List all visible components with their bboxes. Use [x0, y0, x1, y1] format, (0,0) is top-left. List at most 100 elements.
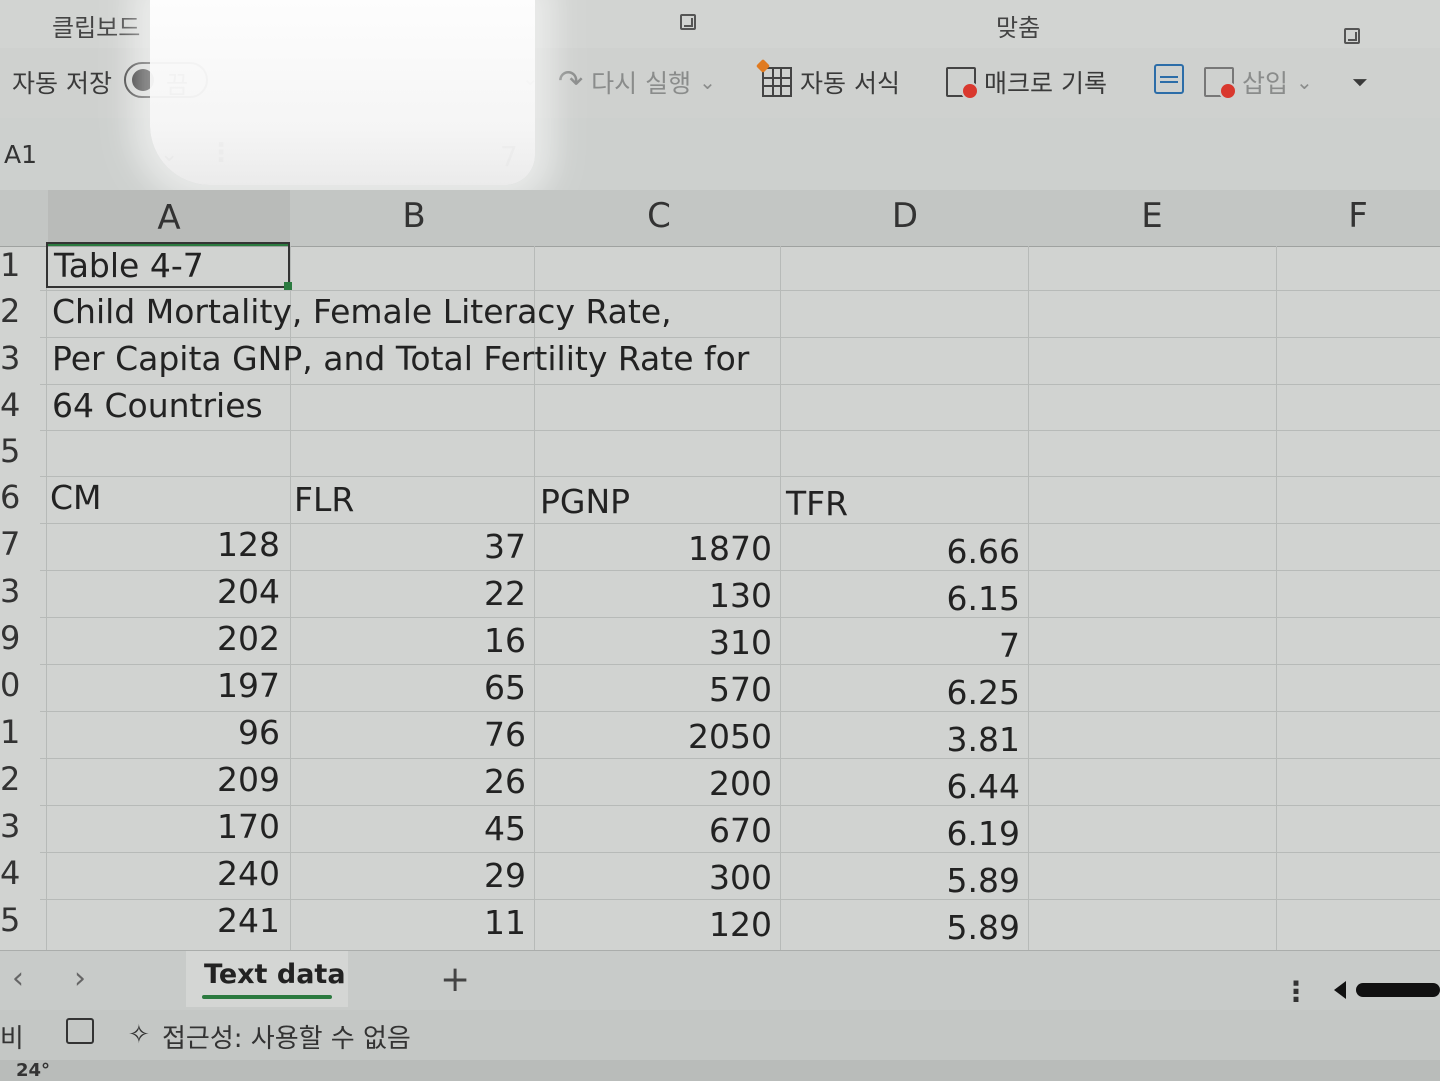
column-header-d[interactable]: D — [782, 196, 1028, 236]
cell-a6[interactable]: CM — [50, 478, 102, 517]
row-header-10[interactable]: 0 — [0, 666, 40, 704]
weather-temperature[interactable]: 24° — [16, 1060, 50, 1081]
spreadsheet-grid[interactable]: A B C D E F 1 2 3 4 5 6 7 3 9 0 1 2 3 4 … — [0, 190, 1440, 950]
row-header-11[interactable]: 1 — [0, 713, 40, 751]
column-header-a[interactable]: A — [48, 190, 290, 246]
cell-b11[interactable]: 76 — [484, 715, 526, 754]
horizontal-scrollbar[interactable] — [1356, 983, 1440, 997]
autoformat-button[interactable]: 자동 서식 — [762, 64, 900, 100]
cell-a1[interactable]: Table 4-7 — [54, 246, 204, 285]
cell-a12[interactable]: 209 — [217, 760, 280, 799]
row-header-6[interactable]: 6 — [0, 478, 40, 516]
row-header-1[interactable]: 1 — [0, 246, 40, 284]
sheet-tab-text-data[interactable]: Text data — [186, 951, 348, 1007]
grid-line — [1276, 246, 1277, 950]
cell-b10[interactable]: 65 — [484, 668, 526, 707]
macro-status-icon[interactable] — [66, 1018, 94, 1044]
cell-b9[interactable]: 16 — [484, 621, 526, 660]
cell-d8[interactable]: 6.15 — [947, 579, 1020, 618]
cell-d7[interactable]: 6.66 — [947, 532, 1020, 571]
cell-a4[interactable]: 64 Countries — [52, 386, 263, 425]
accessibility-icon: ✧ — [128, 1020, 150, 1050]
cell-b15[interactable]: 11 — [484, 903, 526, 942]
cell-b13[interactable]: 45 — [484, 809, 526, 848]
record-macro-label: 매크로 기록 — [984, 69, 1107, 98]
row-header-7[interactable]: 7 — [0, 525, 40, 563]
redo-icon: ↷ — [558, 64, 584, 99]
cell-b8[interactable]: 22 — [484, 574, 526, 613]
clipboard-launcher-icon[interactable] — [680, 14, 696, 30]
cell-c8[interactable]: 130 — [709, 576, 772, 615]
cell-a8[interactable]: 204 — [217, 572, 280, 611]
column-header-c[interactable]: C — [536, 196, 782, 236]
accessibility-status[interactable]: 접근성: 사용할 수 없음 — [162, 1018, 411, 1055]
row-header-15[interactable]: 5 — [0, 901, 40, 939]
row-header-8[interactable]: 3 — [0, 572, 40, 610]
row-header-14[interactable]: 4 — [0, 854, 40, 892]
row-header-9[interactable]: 9 — [0, 619, 40, 657]
next-sheet-icon[interactable]: › — [74, 961, 86, 996]
cell-c13[interactable]: 670 — [709, 811, 772, 850]
cell-c12[interactable]: 200 — [709, 764, 772, 803]
taskbar: 24° — [0, 1060, 1440, 1081]
grid-line — [40, 617, 1440, 618]
column-header-e[interactable]: E — [1028, 196, 1276, 236]
cell-b7[interactable]: 37 — [484, 527, 526, 566]
cell-d13[interactable]: 6.19 — [947, 814, 1020, 853]
cell-d10[interactable]: 6.25 — [947, 673, 1020, 712]
cell-c10[interactable]: 570 — [709, 670, 772, 709]
column-header-b[interactable]: B — [292, 196, 536, 236]
cell-a3[interactable]: Per Capita GNP, and Total Fertility Rate… — [52, 339, 749, 378]
cell-a15[interactable]: 241 — [217, 901, 280, 940]
cell-d15[interactable]: 5.89 — [947, 908, 1020, 947]
add-sheet-button[interactable]: + — [440, 959, 470, 1000]
cell-d12[interactable]: 6.44 — [947, 767, 1020, 806]
alignment-launcher-icon[interactable] — [1344, 28, 1360, 44]
cell-b12[interactable]: 26 — [484, 762, 526, 801]
cell-d6[interactable]: TFR — [786, 484, 848, 523]
insert-label: 삽입 — [1242, 69, 1289, 98]
cell-a11[interactable]: 96 — [238, 713, 280, 752]
row-header-5[interactable]: 5 — [0, 432, 40, 470]
alignment-group-label: 맞춤 — [996, 14, 1041, 42]
grid-line — [40, 570, 1440, 571]
cell-b6[interactable]: FLR — [294, 480, 354, 519]
customize-qat-icon[interactable]: ⏷ — [1352, 70, 1368, 94]
cell-c14[interactable]: 300 — [709, 858, 772, 897]
cell-c7[interactable]: 1870 — [688, 529, 772, 568]
column-headers: A B C D E F — [0, 190, 1440, 247]
cell-d11[interactable]: 3.81 — [947, 720, 1020, 759]
fill-handle[interactable] — [284, 282, 292, 290]
row-header-2[interactable]: 2 — [0, 292, 40, 330]
cell-c6[interactable]: PGNP — [540, 482, 630, 521]
grid-line — [40, 664, 1440, 665]
row-header-3[interactable]: 3 — [0, 339, 40, 377]
cell-a2[interactable]: Child Mortality, Female Literacy Rate, — [52, 292, 672, 331]
column-header-f[interactable]: F — [1276, 196, 1440, 236]
row-header-13[interactable]: 3 — [0, 807, 40, 845]
clipboard-group-label: 클립보드 — [52, 14, 141, 42]
record-macro-button[interactable]: 매크로 기록 — [946, 64, 1107, 100]
grid-line — [40, 711, 1440, 712]
cell-c9[interactable]: 310 — [709, 623, 772, 662]
cell-a13[interactable]: 170 — [217, 807, 280, 846]
form-button[interactable] — [1154, 64, 1184, 94]
more-options-icon[interactable]: ⋮ — [1282, 975, 1310, 1008]
cell-b14[interactable]: 29 — [484, 856, 526, 895]
cell-a7[interactable]: 128 — [217, 525, 280, 564]
row-header-4[interactable]: 4 — [0, 386, 40, 424]
prev-sheet-icon[interactable]: ‹ — [12, 961, 24, 996]
redo-button[interactable]: ↷ 다시 실행 ⌄ — [558, 64, 716, 100]
cell-a14[interactable]: 240 — [217, 854, 280, 893]
row-header-12[interactable]: 2 — [0, 760, 40, 798]
cell-d9[interactable]: 7 — [999, 626, 1020, 665]
scroll-left-icon[interactable] — [1334, 981, 1346, 999]
cell-a10[interactable]: 197 — [217, 666, 280, 705]
autoformat-label: 자동 서식 — [800, 69, 900, 98]
insert-button[interactable]: 삽입 ⌄ — [1204, 64, 1313, 100]
cell-c11[interactable]: 2050 — [688, 717, 772, 756]
cell-c15[interactable]: 120 — [709, 905, 772, 944]
grid-line — [40, 758, 1440, 759]
cell-d14[interactable]: 5.89 — [947, 861, 1020, 900]
cell-a9[interactable]: 202 — [217, 619, 280, 658]
